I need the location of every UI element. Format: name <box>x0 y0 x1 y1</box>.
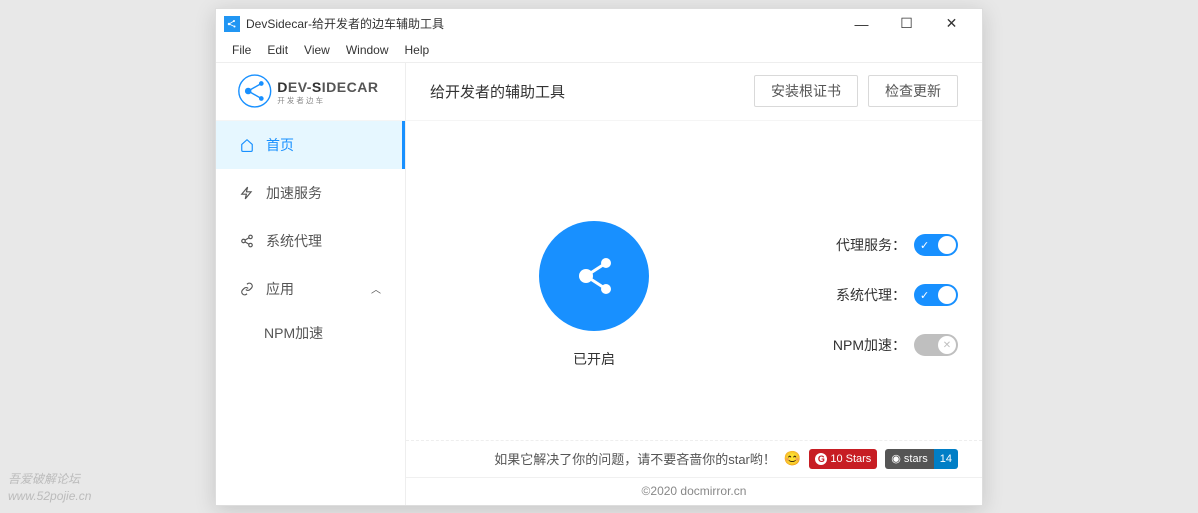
menu-window[interactable]: Window <box>338 41 397 59</box>
sidebar-item-label: 加速服务 <box>266 183 322 203</box>
sidebar-item-label: 系统代理 <box>266 231 322 251</box>
chevron-up-icon: ︿ <box>371 281 381 296</box>
proxy-service-switch[interactable]: ✓ <box>914 234 958 256</box>
footer: ©2020 docmirror.cn <box>406 477 982 505</box>
check-icon: ✓ <box>920 239 929 252</box>
sidebar-subitem-npm[interactable]: NPM加速 <box>216 313 405 353</box>
close-icon: ✕ <box>938 336 956 354</box>
logo: DEV-SIDECAR 开 发 者 边 车 <box>216 63 405 121</box>
close-button[interactable]: ✕ <box>929 9 974 39</box>
home-icon <box>240 138 254 152</box>
sidebar: DEV-SIDECAR 开 发 者 边 车 首页 加速服务 <box>216 63 406 505</box>
star-row: 如果它解决了你的问题，请不要吝啬你的star哟！ 😊 G10 Stars ◉st… <box>406 440 982 477</box>
nav: 首页 加速服务 系统代理 <box>216 121 405 505</box>
system-proxy-switch[interactable]: ✓ <box>914 284 958 306</box>
toggle-row-proxy-service: 代理服务 ✓ <box>758 234 958 256</box>
toggle-label: NPM加速 <box>833 335 906 355</box>
sidebar-item-proxy[interactable]: 系统代理 <box>216 217 405 265</box>
bolt-icon <box>240 186 254 200</box>
menu-edit[interactable]: Edit <box>259 41 296 59</box>
watermark: 吾爱破解论坛 www.52pojie.cn <box>8 471 91 505</box>
smile-icon: 😊 <box>784 450 801 467</box>
toggle-row-system-proxy: 系统代理 ✓ <box>758 284 958 306</box>
star-prompt-text: 如果它解决了你的问题，请不要吝啬你的star哟！ <box>494 449 776 468</box>
share-icon <box>240 234 254 248</box>
github-badge[interactable]: ◉stars 14 <box>885 449 958 469</box>
main-area: 给开发者的辅助工具 安装根证书 检查更新 已开启 <box>406 63 982 505</box>
github-icon: ◉ <box>891 452 901 465</box>
maximize-button[interactable]: ☐ <box>884 9 929 39</box>
sidebar-subitem-label: NPM加速 <box>264 323 323 343</box>
logo-subtitle: 开 发 者 边 车 <box>277 95 323 105</box>
sidebar-item-label: 首页 <box>266 135 294 155</box>
app-window: DevSidecar-给开发者的边车辅助工具 — ☐ ✕ File Edit V… <box>215 8 983 506</box>
copyright-text: ©2020 docmirror.cn <box>642 484 747 498</box>
power-button[interactable] <box>539 221 649 331</box>
svg-text:DEV-SIDECAR: DEV-SIDECAR <box>277 79 378 95</box>
status-panel: 已开启 <box>430 161 758 430</box>
check-update-button[interactable]: 检查更新 <box>868 75 958 107</box>
window-title: DevSidecar-给开发者的边车辅助工具 <box>246 15 839 32</box>
status-text: 已开启 <box>573 349 615 369</box>
sidebar-item-label: 应用 <box>266 279 294 299</box>
page-title: 给开发者的辅助工具 <box>430 81 744 102</box>
gitee-badge[interactable]: G10 Stars <box>809 449 877 469</box>
sidebar-item-accelerate[interactable]: 加速服务 <box>216 169 405 217</box>
menu-file[interactable]: File <box>224 41 259 59</box>
toggles-panel: 代理服务 ✓ 系统代理 ✓ NPM加速 <box>758 161 958 430</box>
sidebar-item-apps[interactable]: 应用 ︿ <box>216 265 405 313</box>
minimize-button[interactable]: — <box>839 9 884 39</box>
npm-accel-switch[interactable]: ✕ <box>914 334 958 356</box>
gitee-icon: G <box>815 453 827 465</box>
menu-view[interactable]: View <box>296 41 338 59</box>
check-icon: ✓ <box>920 289 929 302</box>
link-icon <box>240 282 254 296</box>
header: 给开发者的辅助工具 安装根证书 检查更新 <box>406 63 982 121</box>
toggle-label: 代理服务 <box>836 235 906 255</box>
titlebar: DevSidecar-给开发者的边车辅助工具 — ☐ ✕ <box>216 9 982 39</box>
menu-help[interactable]: Help <box>397 41 438 59</box>
install-cert-button[interactable]: 安装根证书 <box>754 75 858 107</box>
toggle-row-npm-accel: NPM加速 ✕ <box>758 334 958 356</box>
app-icon <box>224 16 240 32</box>
sidebar-item-home[interactable]: 首页 <box>216 121 405 169</box>
menubar: File Edit View Window Help <box>216 39 982 63</box>
toggle-label: 系统代理 <box>836 285 906 305</box>
